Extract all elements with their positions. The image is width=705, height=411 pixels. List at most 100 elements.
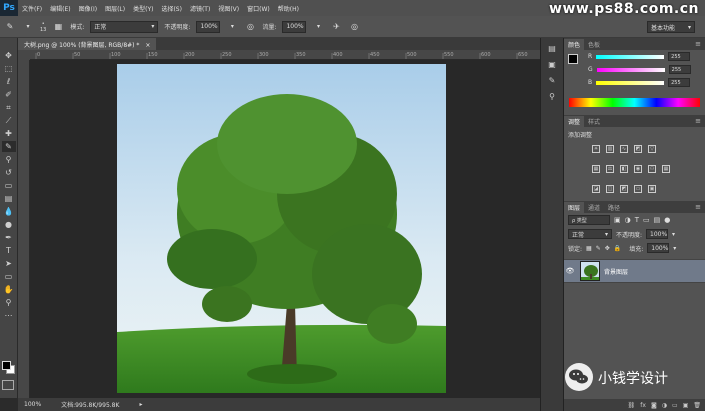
menu-help[interactable]: 帮助(H) — [274, 4, 303, 13]
threshold-icon[interactable]: ◩ — [620, 185, 628, 193]
healing-brush-tool-icon[interactable]: ✚ — [2, 128, 16, 139]
panel-menu-icon[interactable]: ≡ — [695, 117, 701, 125]
color-spectrum-bar[interactable] — [569, 98, 700, 107]
vibrance-icon[interactable]: ▽ — [648, 145, 656, 153]
pressure-size-icon[interactable]: ◎ — [348, 21, 360, 33]
filter-smart-icon[interactable]: ▤ — [654, 216, 661, 224]
history-brush-tool-icon[interactable]: ↺ — [2, 167, 16, 178]
brush-tool-icon[interactable]: ✎ — [1, 141, 16, 152]
blur-tool-icon[interactable]: 💧 — [2, 206, 16, 217]
zoom-level[interactable]: 100% — [24, 401, 41, 408]
menu-view[interactable]: 视图(V) — [214, 4, 243, 13]
eraser-tool-icon[interactable]: ▭ — [2, 180, 16, 191]
document-tab[interactable]: 大树.png @ 100% (背景图层, RGB/8#) * × — [18, 38, 157, 50]
menu-filter[interactable]: 滤镜(T) — [186, 4, 214, 13]
shape-tool-icon[interactable]: ▭ — [2, 271, 16, 282]
zoom-tool-icon[interactable]: ⚲ — [2, 297, 16, 308]
properties-panel-icon[interactable]: ▣ — [544, 58, 560, 70]
flow-input[interactable]: 100% — [282, 20, 307, 33]
brush-size-picker[interactable]: • 13 — [40, 21, 46, 33]
selective-color-icon[interactable]: ▣ — [648, 185, 656, 193]
exposure-icon[interactable]: ◩ — [634, 145, 642, 153]
filter-pixel-icon[interactable]: ▣ — [614, 216, 621, 224]
hue-saturation-icon[interactable]: ▦ — [592, 165, 600, 173]
chevron-down-icon[interactable]: ▾ — [673, 245, 676, 252]
value-g[interactable]: 255 — [668, 65, 691, 74]
mode-select[interactable]: 正常 ▾ — [90, 20, 159, 33]
photo-filter-icon[interactable]: ◉ — [634, 165, 642, 173]
blend-mode-select[interactable]: 正常 ▾ — [568, 229, 612, 239]
slider-g[interactable] — [596, 67, 665, 72]
close-icon[interactable]: × — [145, 42, 150, 49]
menu-window[interactable]: 窗口(W) — [243, 4, 274, 13]
new-layer-icon[interactable]: ▣ — [683, 402, 689, 409]
new-group-icon[interactable]: ▭ — [672, 402, 678, 409]
lock-transparent-icon[interactable]: ▦ — [586, 245, 592, 252]
tab-paths[interactable]: 路径 — [604, 202, 624, 213]
workspace-select[interactable]: 基本功能 ▾ — [647, 21, 695, 33]
lock-all-icon[interactable]: 🔒 — [614, 245, 621, 252]
value-r[interactable]: 255 — [668, 52, 691, 61]
brush-tool-preset-icon[interactable]: ✎ — [4, 21, 16, 33]
tab-layers[interactable]: 图层 — [564, 202, 585, 213]
tab-styles[interactable]: 样式 — [584, 116, 604, 127]
value-b[interactable]: 255 — [668, 78, 691, 87]
chevron-down-icon[interactable]: ▾ — [226, 21, 238, 33]
clone-stamp-tool-icon[interactable]: ⚲ — [2, 154, 16, 165]
posterize-icon[interactable]: ◫ — [606, 185, 614, 193]
fill-input[interactable]: 100% — [647, 243, 670, 253]
layer-row[interactable]: 👁 背景图层 — [564, 259, 705, 283]
invert-icon[interactable]: ◪ — [592, 185, 600, 193]
hand-tool-icon[interactable]: ✋ — [2, 284, 16, 295]
brightness-contrast-icon[interactable]: ☀ — [592, 145, 600, 153]
chevron-down-icon[interactable]: ▾ — [22, 21, 34, 33]
layer-style-icon[interactable]: fx — [640, 402, 646, 409]
type-tool-icon[interactable]: T — [2, 245, 16, 256]
filter-adjust-icon[interactable]: ◑ — [625, 216, 631, 224]
tab-swatches[interactable]: 色板 — [584, 39, 604, 50]
chevron-down-icon[interactable]: ▾ — [672, 231, 675, 238]
new-adjustment-icon[interactable]: ◑ — [662, 402, 667, 409]
layer-name[interactable]: 背景图层 — [604, 267, 628, 276]
add-mask-icon[interactable]: ◙ — [651, 402, 657, 409]
tab-adjustments[interactable]: 调整 — [564, 116, 585, 127]
more-tools-icon[interactable]: ⋯ — [2, 310, 16, 321]
crop-tool-icon[interactable]: ⌗ — [2, 102, 16, 113]
layer-opacity-input[interactable]: 100% — [646, 229, 669, 239]
tab-color[interactable]: 颜色 — [564, 39, 585, 50]
foreground-color-swatch[interactable] — [2, 361, 11, 370]
menu-edit[interactable]: 编辑(E) — [46, 4, 74, 13]
quick-select-tool-icon[interactable]: ✐ — [2, 89, 16, 100]
gradient-map-icon[interactable]: ▭ — [634, 185, 642, 193]
airbrush-icon[interactable]: ✈ — [330, 21, 342, 33]
link-layers-icon[interactable]: ⛓ — [628, 402, 636, 409]
foreground-swatch[interactable] — [568, 54, 578, 64]
panel-menu-icon[interactable]: ≡ — [695, 40, 701, 48]
eyedropper-tool-icon[interactable]: ⟋ — [2, 115, 16, 126]
lasso-tool-icon[interactable]: ℓ — [2, 76, 16, 87]
marquee-tool-icon[interactable]: ⬚ — [2, 63, 16, 74]
menu-type[interactable]: 类型(Y) — [129, 4, 157, 13]
document-canvas[interactable] — [117, 64, 446, 393]
menu-select[interactable]: 选择(S) — [157, 4, 186, 13]
quick-mask-icon[interactable] — [2, 380, 14, 390]
move-tool-icon[interactable]: ✥ — [2, 50, 16, 61]
document-size-info[interactable]: 文档:995.8K/995.8K — [61, 400, 119, 409]
brush-panel-toggle-icon[interactable]: ▦ — [52, 21, 64, 33]
menu-layer[interactable]: 图层(L) — [101, 4, 129, 13]
curves-icon[interactable]: ∿ — [620, 145, 628, 153]
panel-menu-icon[interactable]: ≡ — [695, 203, 701, 211]
brush-panel-icon[interactable]: ✎ — [544, 74, 560, 86]
gradient-tool-icon[interactable]: ▤ — [2, 193, 16, 204]
channel-mixer-icon[interactable]: ⚇ — [648, 165, 656, 173]
eye-icon[interactable]: 👁 — [564, 267, 576, 275]
levels-icon[interactable]: ▥ — [606, 145, 614, 153]
pen-tool-icon[interactable]: ✒ — [2, 232, 16, 243]
history-panel-icon[interactable]: ▤ — [544, 42, 560, 54]
black-white-icon[interactable]: ◧ — [620, 165, 628, 173]
status-arrow-icon[interactable]: ▸ — [139, 401, 142, 408]
color-lookup-icon[interactable]: ▦ — [662, 165, 670, 173]
slider-r[interactable] — [596, 54, 665, 59]
filter-toggle-icon[interactable]: ● — [664, 216, 670, 224]
path-select-tool-icon[interactable]: ➤ — [2, 258, 16, 269]
